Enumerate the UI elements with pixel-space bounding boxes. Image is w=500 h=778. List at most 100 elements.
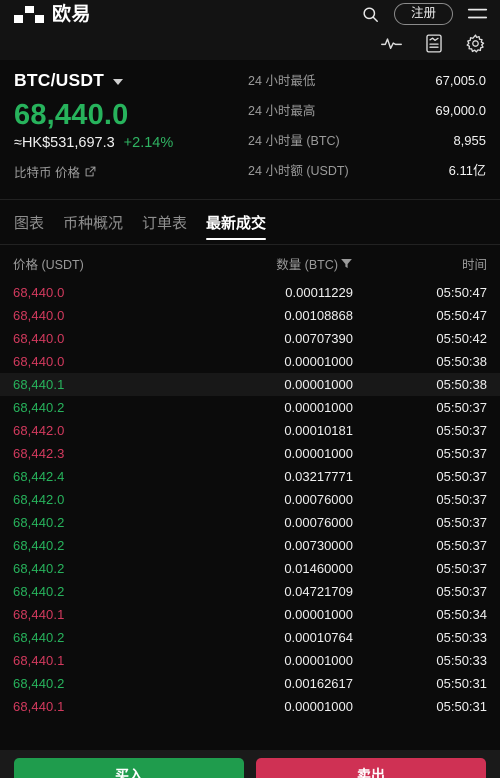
gear-icon[interactable] (465, 33, 486, 54)
tab-coin-overview[interactable]: 币种概况 (63, 200, 123, 244)
top-navigation-bar: 欧易 注册 (0, 0, 500, 28)
cell-quantity: 0.00076000 (284, 492, 353, 507)
table-row[interactable]: 68,440.0 0.00011229 05:50:47 (0, 281, 500, 304)
cell-time: 05:50:38 (436, 354, 487, 369)
section-tabs: 图表 币种概况 订单表 最新成交 (0, 200, 500, 245)
table-row[interactable]: 68,440.1 0.00001000 05:50:33 (0, 649, 500, 672)
table-row[interactable]: 68,440.0 0.00108868 05:50:47 (0, 304, 500, 327)
stat-row: 24 小时最低 67,005.0 (248, 70, 486, 97)
cell-quantity: 0.00162617 (284, 676, 353, 691)
stat-label: 24 小时最高 (248, 104, 316, 118)
table-row[interactable]: 68,442.4 0.03217771 05:50:37 (0, 465, 500, 488)
cell-time: 05:50:37 (436, 469, 487, 484)
table-row[interactable]: 68,440.2 0.04721709 05:50:37 (0, 580, 500, 603)
price-change-percent: +2.14% (123, 134, 174, 151)
table-row[interactable]: 68,440.2 0.00730000 05:50:37 (0, 534, 500, 557)
register-button[interactable]: 注册 (393, 2, 453, 26)
ticker-stats: 24 小时最低 67,005.0 24 小时最高 69,000.0 24 小时量… (248, 70, 500, 187)
cell-time: 05:50:47 (436, 285, 487, 300)
sell-button[interactable]: 卖出 (256, 758, 486, 778)
stat-value: 6.11亿 (448, 163, 486, 178)
stat-label: 24 小时额 (USDT) (248, 164, 349, 178)
cell-quantity: 0.00001000 (284, 607, 353, 622)
table-row[interactable]: 68,440.0 0.00707390 05:50:42 (0, 327, 500, 350)
column-header-time: 时间 (461, 257, 487, 272)
topnav-actions: 注册 (361, 2, 488, 26)
cell-time: 05:50:47 (436, 308, 487, 323)
external-link-icon (85, 166, 96, 177)
last-price: 68,440.0 (14, 99, 129, 131)
buy-button[interactable]: 买入 (14, 758, 244, 778)
clipboard-report-icon[interactable] (425, 33, 443, 54)
cell-quantity: 0.00010181 (284, 423, 353, 438)
activity-pulse-icon[interactable] (380, 35, 403, 52)
table-row[interactable]: 68,440.2 0.00162617 05:50:31 (0, 672, 500, 695)
hamburger-menu-icon[interactable] (467, 6, 488, 22)
stat-value: 67,005.0 (435, 73, 486, 88)
cell-quantity: 0.01460000 (284, 561, 353, 576)
cell-time: 05:50:37 (436, 515, 487, 530)
cell-price: 68,440.2 (13, 630, 65, 645)
cell-quantity: 0.00001000 (284, 446, 353, 461)
pair-selector[interactable]: BTC/USDT (14, 70, 248, 91)
cell-time: 05:50:42 (436, 331, 487, 346)
table-row[interactable]: 68,440.2 0.00001000 05:50:37 (0, 396, 500, 419)
filter-funnel-icon[interactable] (340, 257, 353, 270)
brand-logo[interactable]: 欧易 (14, 5, 91, 24)
table-row[interactable]: 68,440.1 0.00001000 05:50:38 (0, 373, 500, 396)
stat-label: 24 小时量 (BTC) (248, 134, 340, 148)
cell-price: 68,442.0 (13, 492, 65, 507)
cell-price: 68,440.2 (13, 676, 65, 691)
tab-recent-trades[interactable]: 最新成交 (206, 200, 267, 244)
cell-quantity: 0.00011229 (285, 285, 353, 300)
cell-price: 68,440.1 (13, 377, 65, 392)
cell-price: 68,440.0 (13, 308, 65, 323)
cell-quantity: 0.00010764 (284, 630, 353, 645)
table-row[interactable]: 68,442.0 0.00010181 05:50:37 (0, 419, 500, 442)
cell-time: 05:50:37 (436, 584, 487, 599)
cell-time: 05:50:37 (436, 538, 487, 553)
secondary-icon-bar (0, 28, 500, 60)
bottom-action-bar: 买入 卖出 (0, 750, 500, 778)
cell-quantity: 0.00108868 (284, 308, 353, 323)
trades-table-header: 价格 (USDT) 数量 (BTC) 时间 (0, 245, 500, 281)
cell-price: 68,440.1 (13, 607, 65, 622)
table-row[interactable]: 68,440.2 0.00076000 05:50:37 (0, 511, 500, 534)
cell-price: 68,440.2 (13, 584, 65, 599)
cell-price: 68,442.0 (13, 423, 65, 438)
coin-price-link-label: 比特币 价格 (14, 165, 80, 180)
search-icon[interactable] (361, 5, 380, 24)
column-header-quantity: 数量 (BTC) (228, 254, 353, 273)
conversion-row: ≈HK$531,697.3 +2.14% (14, 135, 248, 151)
fiat-value: ≈HK$531,697.3 (14, 134, 115, 151)
cell-price: 68,440.1 (13, 653, 65, 668)
cell-time: 05:50:37 (436, 400, 487, 415)
cell-price: 68,440.2 (13, 400, 65, 415)
cell-time: 05:50:34 (436, 607, 487, 622)
stat-value: 8,955 (453, 133, 486, 148)
cell-price: 68,440.0 (13, 331, 65, 346)
okx-logo-icon (14, 5, 44, 23)
cell-quantity: 0.00001000 (284, 699, 353, 714)
cell-time: 05:50:37 (436, 492, 487, 507)
table-row[interactable]: 68,440.2 0.00010764 05:50:33 (0, 626, 500, 649)
cell-price: 68,440.0 (13, 354, 65, 369)
brand-name-label: 欧易 (52, 3, 92, 25)
table-row[interactable]: 68,440.1 0.00001000 05:50:34 (0, 603, 500, 626)
tab-chart[interactable]: 图表 (14, 200, 44, 244)
table-row[interactable]: 68,442.3 0.00001000 05:50:37 (0, 442, 500, 465)
coin-price-link[interactable]: 比特币 价格 (14, 162, 248, 181)
cell-price: 68,440.2 (13, 515, 65, 530)
table-row[interactable]: 68,440.2 0.01460000 05:50:37 (0, 557, 500, 580)
table-row[interactable]: 68,440.1 0.00001000 05:50:31 (0, 695, 500, 718)
cell-time: 05:50:37 (436, 446, 487, 461)
tab-order-book[interactable]: 订单表 (142, 200, 187, 244)
cell-quantity: 0.04721709 (284, 584, 353, 599)
cell-time: 05:50:37 (436, 561, 487, 576)
pair-label: BTC/USDT (14, 70, 105, 90)
table-row[interactable]: 68,440.0 0.00001000 05:50:38 (0, 350, 500, 373)
trades-list[interactable]: 68,440.0 0.00011229 05:50:47 68,440.0 0.… (0, 281, 500, 778)
table-row[interactable]: 68,442.0 0.00076000 05:50:37 (0, 488, 500, 511)
cell-time: 05:50:33 (436, 630, 487, 645)
ticker-primary: BTC/USDT 68,440.0 ≈HK$531,697.3 +2.14% 比… (0, 70, 248, 187)
